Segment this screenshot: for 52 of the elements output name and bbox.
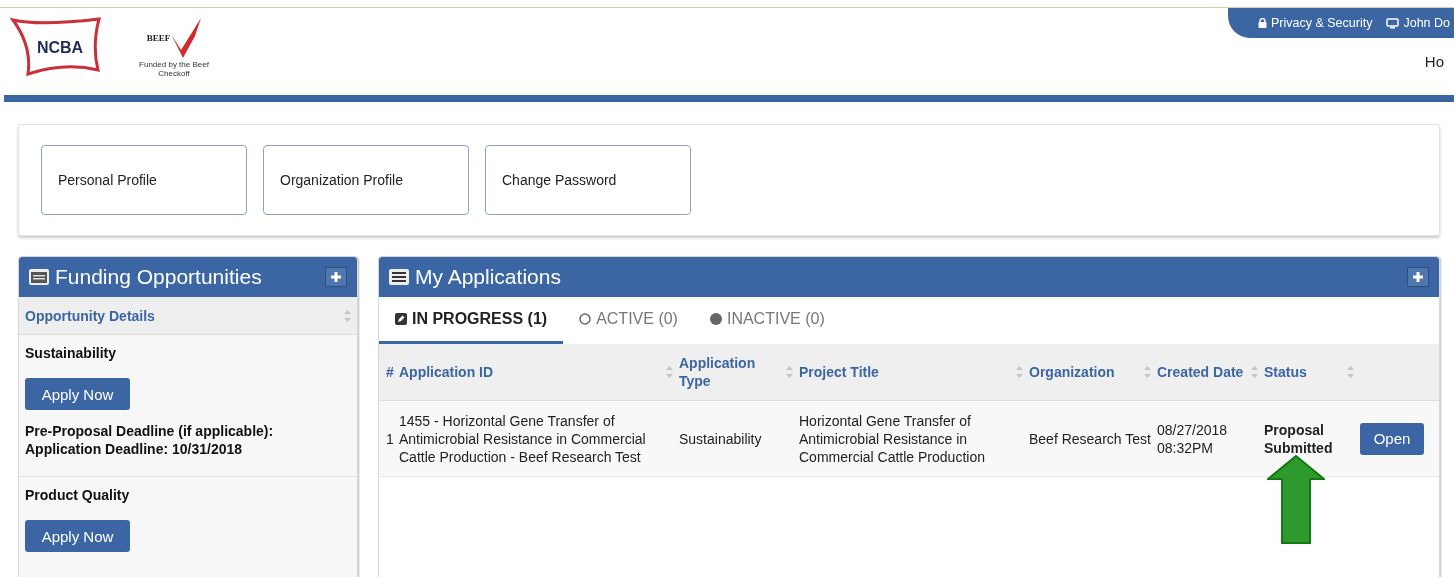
- table-cell: Beef Research Test: [1029, 429, 1151, 448]
- top-link[interactable]: John Do: [1386, 16, 1450, 30]
- sort-icon[interactable]: [1144, 366, 1151, 378]
- sort-icon[interactable]: [666, 366, 673, 378]
- checkoff-logo: BEEF Funded by the Beef Checkoff: [132, 16, 216, 78]
- deadline-text: Application Deadline: 10/31/2018: [25, 440, 244, 458]
- table-cell: Sustainability: [679, 429, 762, 448]
- monitor-icon: [1386, 17, 1400, 29]
- profile-button[interactable]: Change Password: [485, 145, 691, 215]
- dot-icon: [709, 313, 722, 325]
- panel-title: My Applications: [415, 265, 561, 289]
- sort-icon[interactable]: [786, 366, 793, 378]
- open-button[interactable]: Open: [1360, 422, 1424, 455]
- table-cell: 1: [386, 429, 394, 448]
- lock-icon: [1258, 18, 1267, 28]
- opportunity-name: Product Quality: [25, 487, 131, 503]
- list-icon: [389, 269, 409, 285]
- add-button[interactable]: [1407, 267, 1429, 287]
- ncba-logo: NCBA: [10, 16, 102, 76]
- status-tab[interactable]: ACTIVE (0): [563, 297, 694, 344]
- sort-icon[interactable]: [344, 309, 351, 322]
- profile-button[interactable]: Organization Profile: [263, 145, 469, 215]
- apply-button[interactable]: Apply Now: [25, 378, 130, 410]
- nav-link[interactable]: Ho: [1424, 53, 1444, 70]
- table-cell-text: Horizontal Gene Transfer of Antimicrobial Resistance in Commercial Cattle Production: [799, 411, 986, 466]
- sort-icon[interactable]: [1347, 366, 1354, 378]
- calendar-icon: [29, 269, 49, 285]
- apply-button[interactable]: Apply Now: [25, 520, 130, 552]
- column-header: #: [386, 363, 394, 381]
- status-tab[interactable]: INACTIVE (0): [693, 297, 841, 344]
- panel-title: Funding Opportunities: [55, 265, 262, 289]
- plus-icon: [331, 272, 341, 282]
- plus-icon: [1413, 272, 1423, 282]
- column-header[interactable]: Created Date: [1157, 363, 1247, 381]
- profile-button[interactable]: Personal Profile: [41, 145, 247, 215]
- status-text: Proposal Submitted: [1264, 420, 1334, 457]
- edit-icon: [395, 313, 407, 325]
- sort-icon[interactable]: [1016, 366, 1023, 378]
- table-cell-text: 08/27/2018 08:32PM: [1157, 420, 1229, 457]
- column-header[interactable]: Application Type: [679, 354, 782, 390]
- circle-icon: [579, 313, 592, 325]
- column-header[interactable]: Application ID: [399, 363, 662, 381]
- opportunity-name: Sustainability: [25, 345, 118, 361]
- add-button[interactable]: [325, 267, 347, 287]
- column-header[interactable]: Project Title: [799, 363, 1012, 381]
- table-cell-text: 1455 - Horizontal Gene Transfer of Antimicrobial Resistance in Commercial Cattle Production - Beef Research Test: [399, 411, 647, 466]
- column-header[interactable]: Organization: [1029, 363, 1140, 381]
- column-label: Opportunity Details: [25, 307, 155, 324]
- column-header[interactable]: Status: [1264, 363, 1343, 381]
- deadline-text: Pre-Proposal Deadline (if applicable):: [25, 422, 275, 440]
- sort-icon[interactable]: [1251, 366, 1258, 378]
- top-link[interactable]: Privacy & Security: [1258, 16, 1373, 30]
